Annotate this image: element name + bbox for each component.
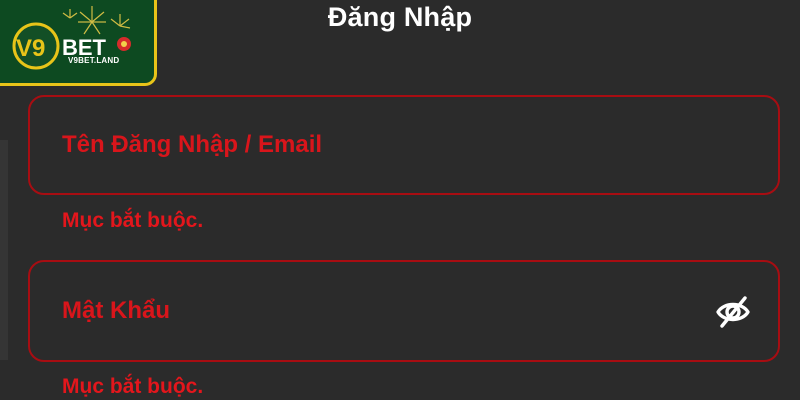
password-field[interactable] [28, 260, 780, 362]
username-error: Mục bắt buộc. [62, 209, 204, 232]
logo-graphic: V9 BET [12, 6, 131, 70]
login-screen: Đăng Nhập Mục bắt buộc. Mục bắt buộc. [0, 0, 800, 400]
username-input[interactable] [62, 97, 702, 193]
scrollbar-edge [0, 140, 8, 360]
logo-domain: V9BET.LAND [68, 56, 120, 65]
password-input[interactable] [62, 262, 702, 360]
password-error: Mục bắt buộc. [62, 375, 204, 398]
username-field[interactable] [28, 95, 780, 195]
eye-slash-icon[interactable] [714, 293, 752, 331]
brand-logo: V9 BET V9BET.LAND [0, 0, 157, 86]
logo-v9-mark: V9 [16, 35, 45, 62]
